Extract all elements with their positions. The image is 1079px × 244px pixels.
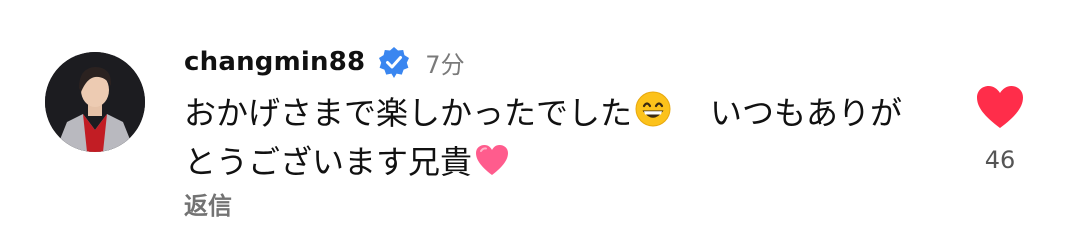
grinning-face-emoji-icon <box>634 90 672 140</box>
verified-badge-icon <box>377 45 411 79</box>
avatar[interactable] <box>45 52 145 152</box>
comment-item: changmin88 7分 おかげさまで楽しかったでした いつもありが とうござ… <box>0 0 1079 244</box>
comment-text-line-2: とうございます兄貴 <box>184 140 924 189</box>
like-heart-icon[interactable] <box>975 84 1025 130</box>
comment-text-segment: いつもありが <box>710 94 903 132</box>
comment-text-segment: とうございます兄貴 <box>184 143 473 181</box>
comment-text-segment: おかげさまで楽しかったでした <box>184 94 633 132</box>
reply-button[interactable]: 返信 <box>184 186 232 221</box>
pink-heart-emoji-icon <box>474 143 510 189</box>
comment-text: おかげさまで楽しかったでした いつもありが とうございます兄貴 <box>184 90 924 189</box>
comment-time: 7分 <box>425 50 465 79</box>
comment-header: changmin88 7分 <box>184 40 465 84</box>
like-count: 46 <box>984 146 1016 174</box>
comment-text-line-1: おかげさまで楽しかったでした いつもありが <box>184 90 924 140</box>
avatar-image <box>45 52 145 152</box>
username[interactable]: changmin88 <box>184 47 365 77</box>
